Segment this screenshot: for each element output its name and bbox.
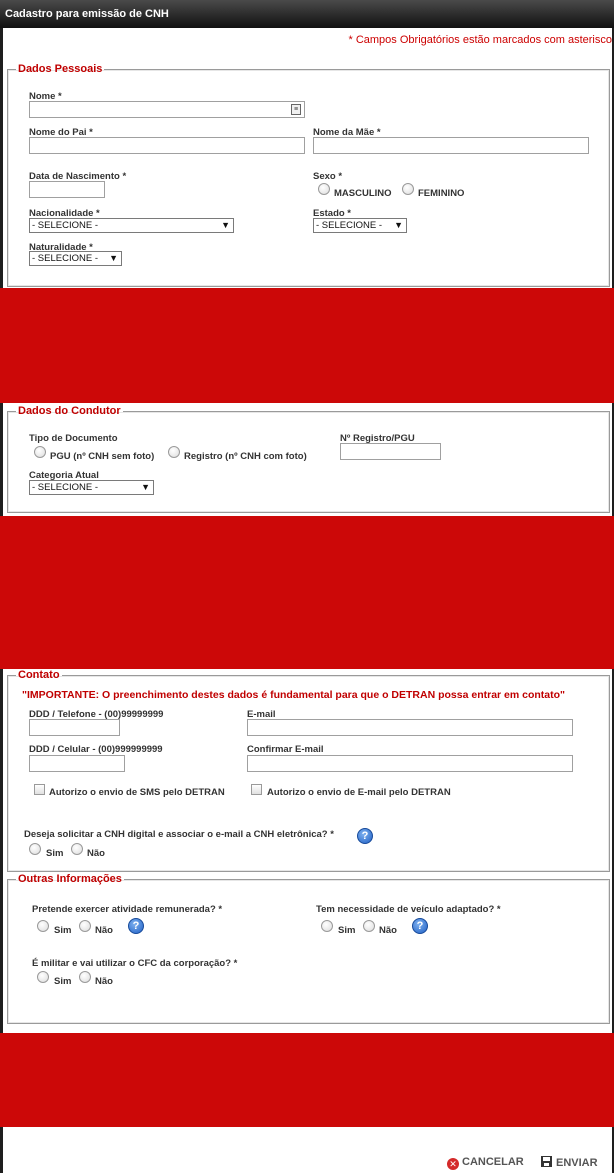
window-title: Cadastro para emissão de CNH xyxy=(0,0,614,28)
celular-label: DDD / Celular - (00)999999999 xyxy=(29,744,163,755)
cnh-digital-nao-radio[interactable] xyxy=(71,843,83,855)
send-button[interactable]: ENVIAR xyxy=(541,1156,598,1169)
cnh-digital-nao-label: Não xyxy=(87,848,105,859)
autofill-icon[interactable]: ≡ xyxy=(291,104,301,115)
feminino-label: FEMININO xyxy=(418,188,465,199)
redacted-block xyxy=(0,1033,614,1127)
atividade-nao-radio[interactable] xyxy=(79,920,91,932)
cancel-button[interactable]: ✕ CANCELAR xyxy=(447,1156,524,1170)
celular-input[interactable] xyxy=(29,755,125,772)
registro-pgu-input[interactable] xyxy=(340,443,441,460)
nome-input[interactable]: ≡ xyxy=(29,101,305,118)
send-label: ENVIAR xyxy=(556,1157,598,1169)
militar-nao-label: Não xyxy=(95,976,113,987)
dropdown-arrow-icon: ▼ xyxy=(141,482,150,492)
nacionalidade-select[interactable]: - SELECIONE - ▼ xyxy=(29,218,234,233)
dropdown-arrow-icon: ▼ xyxy=(221,220,230,230)
registro-label: Registro (nº CNH com foto) xyxy=(184,451,307,462)
tipo-documento-label: Tipo de Documento xyxy=(29,433,118,444)
cnh-digital-sim-label: Sim xyxy=(46,848,64,859)
militar-label: É militar e vai utilizar o CFC da corpor… xyxy=(32,958,238,969)
confirmar-email-label: Confirmar E-mail xyxy=(247,744,324,755)
help-icon[interactable]: ? xyxy=(128,918,144,934)
militar-sim-label: Sim xyxy=(54,976,72,987)
veiculo-nao-radio[interactable] xyxy=(363,920,375,932)
nome-pai-input[interactable] xyxy=(29,137,305,154)
cnh-digital-sim-radio[interactable] xyxy=(29,843,41,855)
cancel-label: CANCELAR xyxy=(462,1156,524,1168)
naturalidade-value: - SELECIONE - xyxy=(32,253,98,264)
dados-pessoais-legend: Dados Pessoais xyxy=(18,63,103,75)
email-auth-label: Autorizo o envio de E-mail pelo DETRAN xyxy=(267,787,451,798)
cnh-digital-label: Deseja solicitar a CNH digital e associa… xyxy=(24,829,334,840)
email-input[interactable] xyxy=(247,719,573,736)
veiculo-sim-radio[interactable] xyxy=(321,920,333,932)
nacionalidade-value: - SELECIONE - xyxy=(32,220,98,231)
categoria-value: - SELECIONE - xyxy=(32,482,98,493)
masculino-label: MASCULINO xyxy=(334,188,392,199)
help-icon[interactable]: ? xyxy=(412,918,428,934)
help-icon[interactable]: ? xyxy=(357,828,373,844)
important-note: "IMPORTANTE: O preenchimento destes dado… xyxy=(22,689,566,701)
dropdown-arrow-icon: ▼ xyxy=(394,220,403,230)
militar-nao-radio[interactable] xyxy=(79,971,91,983)
data-nascimento-input[interactable] xyxy=(29,181,105,198)
telefone-input[interactable] xyxy=(29,719,120,736)
save-disk-icon xyxy=(541,1156,552,1167)
veiculo-nao-label: Não xyxy=(379,925,397,936)
feminino-radio[interactable] xyxy=(402,183,414,195)
atividade-sim-label: Sim xyxy=(54,925,72,936)
confirmar-email-input[interactable] xyxy=(247,755,573,772)
required-fields-note: * Campos Obrigatórios estão marcados com… xyxy=(348,34,613,46)
sms-label: Autorizo o envio de SMS pelo DETRAN xyxy=(49,787,225,798)
pgu-label: PGU (nº CNH sem foto) xyxy=(50,451,155,462)
sexo-label: Sexo * xyxy=(313,171,343,182)
sms-checkbox[interactable] xyxy=(34,784,45,795)
estado-select[interactable]: - SELECIONE - ▼ xyxy=(313,218,407,233)
atividade-label: Pretende exercer atividade remunerada? * xyxy=(32,904,223,915)
outras-informacoes-section: Outras Informações xyxy=(7,873,610,1024)
atividade-sim-radio[interactable] xyxy=(37,920,49,932)
contato-legend: Contato xyxy=(18,669,60,681)
email-auth-checkbox[interactable] xyxy=(251,784,262,795)
estado-value: - SELECIONE - xyxy=(316,220,382,231)
dropdown-arrow-icon: ▼ xyxy=(109,253,118,263)
veiculo-sim-label: Sim xyxy=(338,925,356,936)
dados-condutor-legend: Dados do Condutor xyxy=(18,405,121,417)
cancel-icon: ✕ xyxy=(447,1158,459,1170)
veiculo-label: Tem necessidade de veículo adaptado? * xyxy=(316,904,501,915)
naturalidade-select[interactable]: - SELECIONE - ▼ xyxy=(29,251,122,266)
outras-informacoes-legend: Outras Informações xyxy=(18,873,122,885)
masculino-radio[interactable] xyxy=(318,183,330,195)
militar-sim-radio[interactable] xyxy=(37,971,49,983)
pgu-radio[interactable] xyxy=(34,446,46,458)
redacted-block xyxy=(0,516,614,669)
atividade-nao-label: Não xyxy=(95,925,113,936)
nome-mae-input[interactable] xyxy=(313,137,589,154)
redacted-block xyxy=(0,288,614,403)
registro-radio[interactable] xyxy=(168,446,180,458)
categoria-select[interactable]: - SELECIONE - ▼ xyxy=(29,480,154,495)
